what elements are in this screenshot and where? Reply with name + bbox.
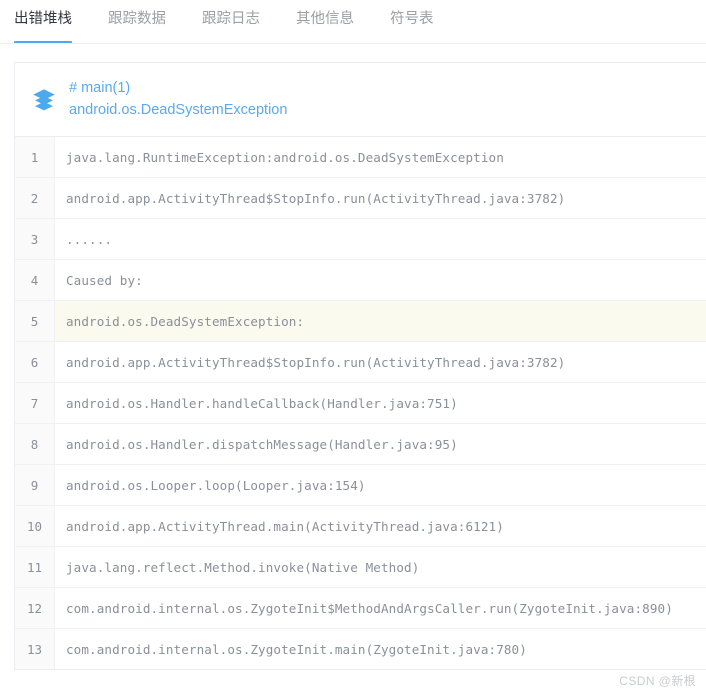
stack-trace-row[interactable]: 3...... [15,219,706,260]
stack-trace-frame: android.app.ActivityThread.main(Activity… [66,518,504,534]
line-number: 8 [15,424,55,464]
stack-trace-header: # main(1) android.os.DeadSystemException [15,63,706,137]
tab-label: 符号表 [390,11,434,27]
line-number: 12 [15,588,55,628]
stack-trace-frame: android.os.DeadSystemException: [55,301,706,341]
tab-symbol-table[interactable]: 符号表 [390,0,434,30]
stack-trace-frame: java.lang.reflect.Method.invoke(Native M… [66,559,420,575]
stack-trace-frame: Caused by: [66,272,143,288]
stack-trace-frame: android.os.Handler.dispatchMessage(Handl… [66,436,458,452]
stack-trace-frame: java.lang.RuntimeException:android.os.De… [66,149,504,165]
stack-trace-row[interactable]: 1 java.lang.RuntimeException:android.os.D… [15,137,706,178]
line-number: 9 [15,465,55,505]
stack-trace-row[interactable]: 9 android.os.Looper.loop(Looper.java:154) [15,465,706,506]
stack-trace-frame: android.os.Looper.loop(Looper.java:154) [66,477,366,493]
stack-trace-row[interactable]: 13 com.android.internal.os.ZygoteInit.mai… [15,629,706,670]
stack-trace-row[interactable]: 8 android.os.Handler.dispatchMessage(Hand… [15,424,706,465]
stack-trace-frame: com.android.internal.os.ZygoteInit$Metho… [66,600,673,616]
tab-bar: 出错堆栈 跟踪数据 跟踪日志 其他信息 符号表 [0,0,706,44]
line-number: 5 [15,301,55,341]
stack-trace-row[interactable]: 4 Caused by: [15,260,706,301]
stack-trace-frame: android.app.ActivityThread$StopInfo.run(… [66,190,566,206]
tab-label: 出错堆栈 [14,11,72,27]
line-number: 10 [15,506,55,546]
stack-trace-row[interactable]: 10 android.app.ActivityThread.main(Activi… [15,506,706,547]
layers-stack-icon [33,88,55,110]
stack-trace-row[interactable]: 11 java.lang.reflect.Method.invoke(Native… [15,547,706,588]
line-number: 3 [15,219,55,259]
line-number: 2 [15,178,55,218]
tab-error-stack[interactable]: 出错堆栈 [14,0,72,44]
thread-name-link[interactable]: # main(1) [69,77,287,99]
line-number: 11 [15,547,55,587]
stack-trace-rows: 1 java.lang.RuntimeException:android.os.D… [15,137,706,670]
tab-label: 跟踪数据 [108,11,166,27]
line-number: 4 [15,260,55,300]
stack-trace-row[interactable]: 12 com.android.internal.os.ZygoteInit$Met… [15,588,706,629]
line-number: 13 [15,629,55,669]
line-number: 6 [15,342,55,382]
stack-trace-frame: com.android.internal.os.ZygoteInit.main(… [66,641,527,657]
stack-trace-frame: android.os.Handler.handleCallback(Handle… [66,395,458,411]
exception-name-link[interactable]: android.os.DeadSystemException [69,99,287,122]
watermark: CSDN @新根 [619,674,696,688]
active-tab-underline [14,41,72,44]
stack-trace-row[interactable]: 2 android.app.ActivityThread$StopInfo.run… [15,178,706,219]
tab-other-info[interactable]: 其他信息 [296,0,354,30]
stack-trace-frame: android.app.ActivityThread$StopInfo.run(… [66,354,566,370]
stack-trace-card: # main(1) android.os.DeadSystemException… [14,62,706,670]
tab-trace-log[interactable]: 跟踪日志 [202,0,260,30]
stack-trace-row[interactable]: 7 android.os.Handler.handleCallback(Handl… [15,383,706,424]
stack-trace-row[interactable]: 6 android.app.ActivityThread$StopInfo.run… [15,342,706,383]
line-number: 7 [15,383,55,423]
header-text-group: # main(1) android.os.DeadSystemException [69,77,287,122]
tab-label: 跟踪日志 [202,11,260,27]
stack-trace-row[interactable]: 5 android.os.DeadSystemException: [15,301,706,342]
stack-trace-frame: ...... [66,231,113,247]
tab-trace-data[interactable]: 跟踪数据 [108,0,166,30]
line-number: 1 [15,137,55,177]
tab-label: 其他信息 [296,11,354,27]
